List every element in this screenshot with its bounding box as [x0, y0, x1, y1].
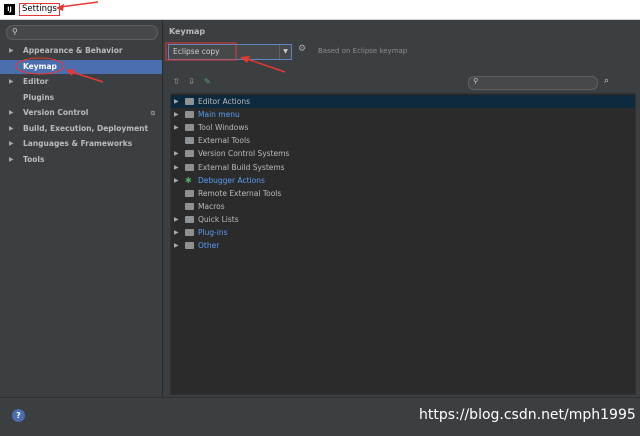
annotation-circle-keymap [15, 57, 65, 75]
annotation-overlay [15, 1, 286, 83]
annotation-arrowhead-title [56, 4, 64, 11]
annotation-arrowhead-dropdown [240, 56, 250, 63]
annotation-arrow-dropdown [246, 58, 286, 73]
annotation-arrow-title [59, 1, 99, 8]
annotation-box-dropdown [165, 42, 237, 61]
annotation-arrow-keymap [71, 71, 104, 83]
